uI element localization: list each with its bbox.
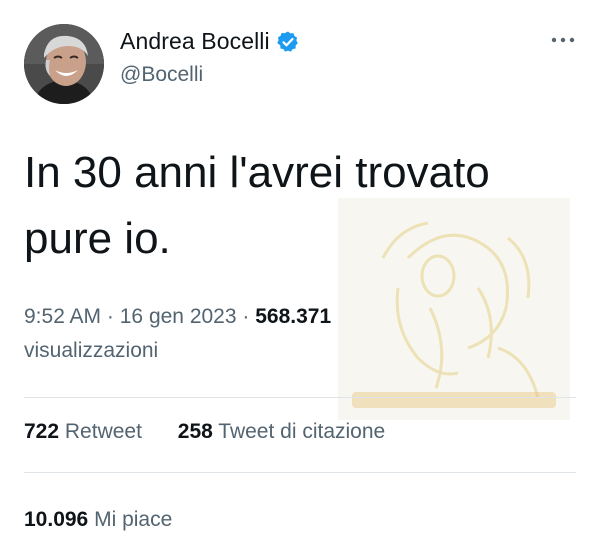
divider — [24, 397, 576, 398]
quote-tweets-stat[interactable]: 258 Tweet di citazione — [178, 420, 385, 444]
tweet-meta: 9:52 AM · 16 gen 2023 · 568.371 visualiz… — [24, 300, 444, 368]
likes-count: 10.096 — [24, 508, 89, 531]
author-display-name[interactable]: Andrea Bocelli — [120, 28, 270, 55]
author-avatar[interactable] — [24, 24, 104, 104]
likes-stat[interactable]: 10.096 Mi piace — [24, 508, 172, 532]
tweet-time[interactable]: 9:52 AM — [24, 305, 101, 328]
tweet-date[interactable]: 16 gen 2023 — [120, 305, 237, 328]
retweets-label: Retweet — [64, 420, 142, 443]
engagement-stats-row: 722 Retweet 258 Tweet di citazione — [24, 420, 385, 444]
divider — [24, 472, 576, 473]
meta-separator: · — [106, 305, 114, 328]
views-count: 568.371 — [255, 305, 332, 328]
views-label: visualizzazioni — [24, 339, 159, 362]
retweets-stat[interactable]: 722 Retweet — [24, 420, 142, 444]
author-name-row[interactable]: Andrea Bocelli — [120, 28, 300, 55]
verified-badge-icon — [276, 31, 298, 52]
retweets-count: 722 — [24, 420, 60, 443]
avatar-photo — [24, 24, 104, 104]
author-handle[interactable]: @Bocelli — [120, 63, 203, 87]
likes-label: Mi piace — [94, 508, 173, 531]
quote-tweets-count: 258 — [177, 420, 213, 443]
quote-tweets-label: Tweet di citazione — [218, 420, 386, 443]
more-horizontal-icon[interactable] — [548, 30, 578, 50]
meta-separator: · — [242, 305, 250, 328]
